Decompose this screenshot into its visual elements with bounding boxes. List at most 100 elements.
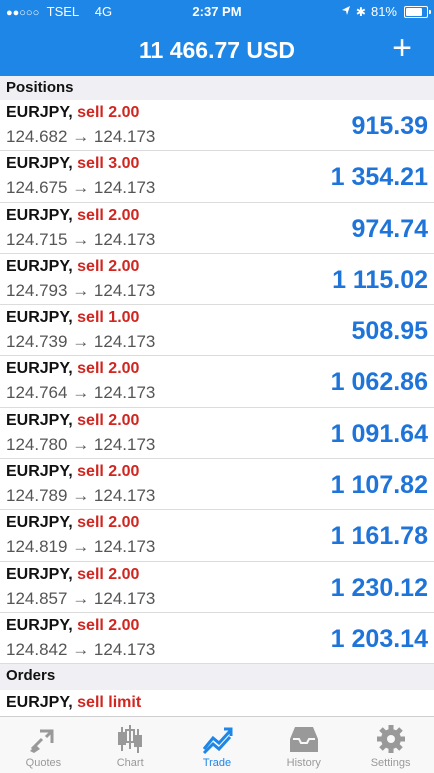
trade-side: sell 2.00 <box>77 463 140 481</box>
current-price: 124.173 <box>93 280 156 300</box>
position-row[interactable]: EURJPY, sell 2.00 124.780 → 124.173 1 091.… <box>0 408 434 460</box>
open-price: 124.675 <box>6 178 68 198</box>
bluetooth-icon: ✱ <box>355 5 366 19</box>
current-price: 124.173 <box>93 178 156 198</box>
current-price: 124.173 <box>93 588 156 608</box>
order-symbol: EURJPY, sell limit <box>6 694 141 712</box>
position-profit: 1 107.82 <box>330 471 428 500</box>
open-price: 124.780 <box>6 434 68 454</box>
position-symbol: EURJPY, sell 2.00 <box>6 514 139 532</box>
arrow-icon: → <box>72 178 90 198</box>
symbol-name: EURJPY, <box>6 257 73 275</box>
symbol-name: EURJPY, <box>6 463 73 481</box>
add-order-button[interactable]: + <box>384 30 420 66</box>
position-row[interactable]: EURJPY, sell 2.00 124.764 → 124.173 1 062.… <box>0 356 434 408</box>
current-price: 124.173 <box>93 486 156 506</box>
position-symbol: EURJPY, sell 2.00 <box>6 463 139 481</box>
symbol-name: EURJPY, <box>6 309 73 327</box>
open-price: 124.857 <box>6 588 68 608</box>
arrow-icon: → <box>72 434 90 454</box>
history-icon <box>260 723 347 755</box>
trade-side: sell 1.00 <box>77 309 140 327</box>
trade-side: sell 2.00 <box>77 206 140 224</box>
settings-icon <box>347 723 434 755</box>
arrow-icon: → <box>72 280 90 300</box>
tab-chart[interactable]: Chart <box>87 717 174 773</box>
current-price: 124.173 <box>93 229 156 249</box>
symbol-name: EURJPY, <box>6 155 73 173</box>
status-bar: ●●○○○ TSEL 4G 2:37 PM ✱ 81% <box>0 0 434 24</box>
position-profit: 1 354.21 <box>330 163 428 192</box>
quotes-icon <box>0 723 87 755</box>
current-price: 124.173 <box>93 127 156 146</box>
position-symbol: EURJPY, sell 2.00 <box>6 104 139 122</box>
position-row[interactable]: EURJPY, sell 2.00 124.793 → 124.173 1 115.… <box>0 254 434 306</box>
tab-label: Trade <box>202 757 232 769</box>
position-symbol: EURJPY, sell 2.00 <box>6 360 139 378</box>
position-profit: 915.39 <box>351 112 428 140</box>
trade-side: sell 2.00 <box>77 565 140 583</box>
position-row[interactable]: EURJPY, sell 2.00 124.789 → 124.173 1 107.… <box>0 459 434 511</box>
battery-icon <box>404 6 431 18</box>
position-symbol: EURJPY, sell 1.00 <box>6 309 139 327</box>
position-symbol: EURJPY, sell 2.00 <box>6 258 139 276</box>
trade-side: sell 2.00 <box>77 616 140 634</box>
position-symbol: EURJPY, sell 3.00 <box>6 155 139 173</box>
tab-label: History <box>286 757 321 769</box>
trade-side: sell limit <box>77 694 142 712</box>
position-symbol: EURJPY, sell 2.00 <box>6 412 139 430</box>
current-price: 124.173 <box>93 332 156 352</box>
price-range: 124.715 → 124.173 <box>6 230 155 250</box>
trade-list[interactable]: Positions EURJPY, sell 2.00 124.682 → 124… <box>0 76 434 728</box>
position-row[interactable]: EURJPY, sell 2.00 124.715 → 124.173 974.74 <box>0 203 434 254</box>
symbol-name: EURJPY, <box>6 360 73 378</box>
location-icon <box>341 0 351 24</box>
current-price: 124.173 <box>93 639 156 659</box>
tab-bar: Quotes Chart Trade History Settings <box>0 716 434 773</box>
symbol-name: EURJPY, <box>6 206 73 224</box>
positions-list: EURJPY, sell 2.00 124.682 → 124.173 915.39… <box>0 100 434 665</box>
symbol-name: EURJPY, <box>6 616 73 634</box>
price-range: 124.780 → 124.173 <box>6 435 155 455</box>
status-right: ✱ 81% <box>341 0 431 24</box>
open-price: 124.715 <box>6 229 68 249</box>
arrow-icon: → <box>72 127 90 146</box>
position-row[interactable]: EURJPY, sell 3.00 124.675 → 124.173 1 354.… <box>0 151 434 203</box>
tab-settings[interactable]: Settings <box>347 717 434 773</box>
position-profit: 508.95 <box>351 317 428 346</box>
trade-icon <box>174 723 261 755</box>
account-balance: 11 466.77 USD <box>138 37 295 63</box>
price-range: 124.675 → 124.173 <box>6 178 155 198</box>
position-profit: 974.74 <box>351 214 428 243</box>
current-price: 124.173 <box>93 434 156 454</box>
open-price: 124.842 <box>6 639 68 659</box>
open-price: 124.819 <box>6 537 68 557</box>
symbol-name: EURJPY, <box>6 694 73 712</box>
position-row[interactable]: EURJPY, sell 2.00 124.857 → 124.173 1 230.… <box>0 562 434 613</box>
battery-percent: 81% <box>370 4 397 19</box>
price-range: 124.789 → 124.173 <box>6 486 155 506</box>
position-symbol: EURJPY, sell 2.00 <box>6 207 139 225</box>
position-row[interactable]: EURJPY, sell 2.00 124.682 → 124.173 915.39 <box>0 100 434 152</box>
position-symbol: EURJPY, sell 2.00 <box>6 566 139 584</box>
arrow-icon: → <box>72 537 90 557</box>
symbol-name: EURJPY, <box>6 565 73 583</box>
position-profit: 1 203.14 <box>330 624 428 653</box>
position-profit: 1 115.02 <box>332 265 428 294</box>
position-profit: 1 091.64 <box>330 419 428 448</box>
symbol-name: EURJPY, <box>6 514 73 532</box>
current-price: 124.173 <box>93 383 156 403</box>
tab-history[interactable]: History <box>260 717 347 773</box>
trade-side: sell 2.00 <box>77 514 140 532</box>
open-price: 124.793 <box>6 280 68 300</box>
tab-quotes[interactable]: Quotes <box>0 717 87 773</box>
open-price: 124.764 <box>6 383 68 403</box>
price-range: 124.764 → 124.173 <box>6 383 155 403</box>
position-row[interactable]: EURJPY, sell 2.00 124.842 → 124.173 1 203.… <box>0 613 434 665</box>
position-symbol: EURJPY, sell 2.00 <box>6 617 139 635</box>
position-row[interactable]: EURJPY, sell 1.00 124.739 → 124.173 508.95 <box>0 305 434 357</box>
arrow-icon: → <box>72 383 90 403</box>
position-row[interactable]: EURJPY, sell 2.00 124.819 → 124.173 1 161.… <box>0 510 434 562</box>
arrow-icon: → <box>72 229 90 249</box>
tab-trade[interactable]: Trade <box>174 717 261 773</box>
